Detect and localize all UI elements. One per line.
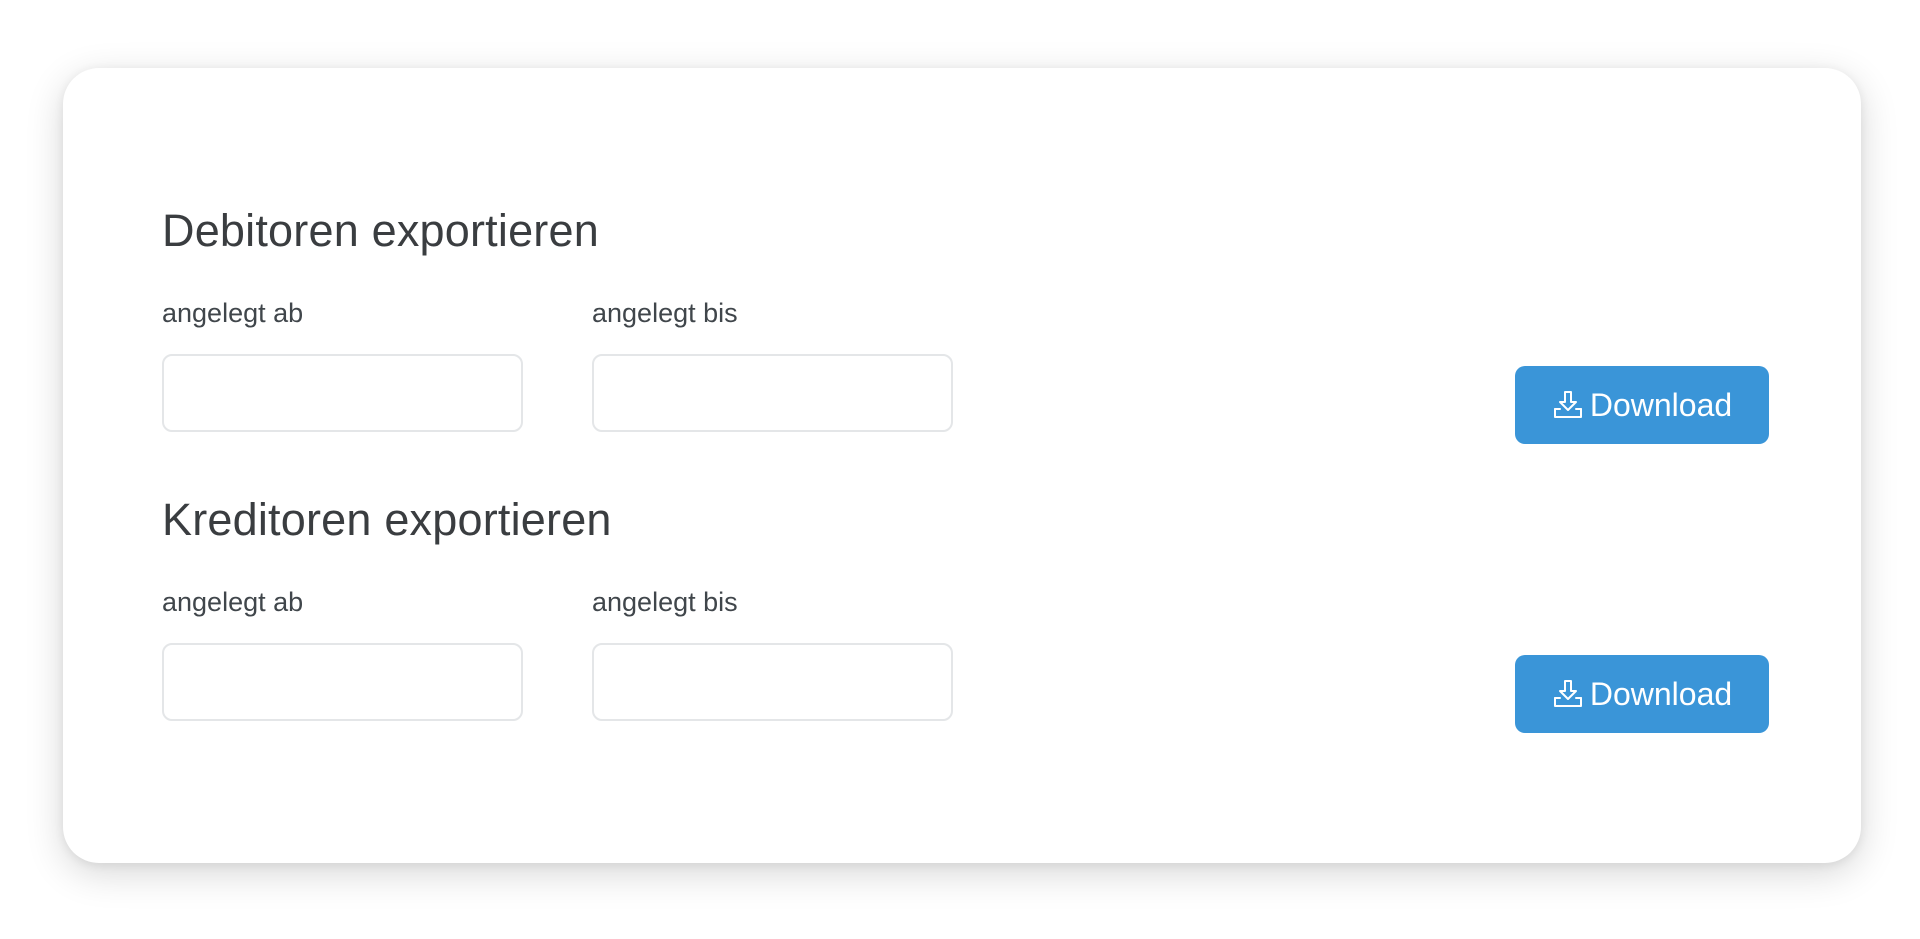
- kreditoren-from-label: angelegt ab: [162, 587, 304, 617]
- debitoren-title: Debitoren exportieren: [162, 205, 599, 256]
- debitoren-export-section: Debitoren exportieren angelegt ab angele…: [162, 200, 1769, 444]
- kreditoren-export-section: Kreditoren exportieren angelegt ab angel…: [162, 489, 1769, 733]
- debitoren-from-input[interactable]: [162, 354, 523, 432]
- kreditoren-title: Kreditoren exportieren: [162, 494, 612, 545]
- debitoren-to-field: angelegt bis: [592, 296, 953, 432]
- download-icon: [1552, 678, 1584, 710]
- debitoren-download-label: Download: [1589, 386, 1733, 423]
- export-card: Debitoren exportieren angelegt ab angele…: [63, 68, 1861, 863]
- debitoren-download-button[interactable]: Download: [1515, 366, 1769, 444]
- kreditoren-from-input[interactable]: [162, 643, 523, 721]
- kreditoren-to-input[interactable]: [592, 643, 953, 721]
- debitoren-from-label: angelegt ab: [162, 298, 304, 328]
- kreditoren-to-label: angelegt bis: [592, 587, 738, 617]
- download-icon: [1552, 389, 1584, 421]
- debitoren-to-label: angelegt bis: [592, 298, 738, 328]
- kreditoren-to-field: angelegt bis: [592, 585, 953, 721]
- kreditoren-download-label: Download: [1589, 675, 1733, 712]
- debitoren-from-field: angelegt ab: [162, 296, 523, 432]
- debitoren-to-input[interactable]: [592, 354, 953, 432]
- kreditoren-download-button[interactable]: Download: [1515, 655, 1769, 733]
- kreditoren-from-field: angelegt ab: [162, 585, 523, 721]
